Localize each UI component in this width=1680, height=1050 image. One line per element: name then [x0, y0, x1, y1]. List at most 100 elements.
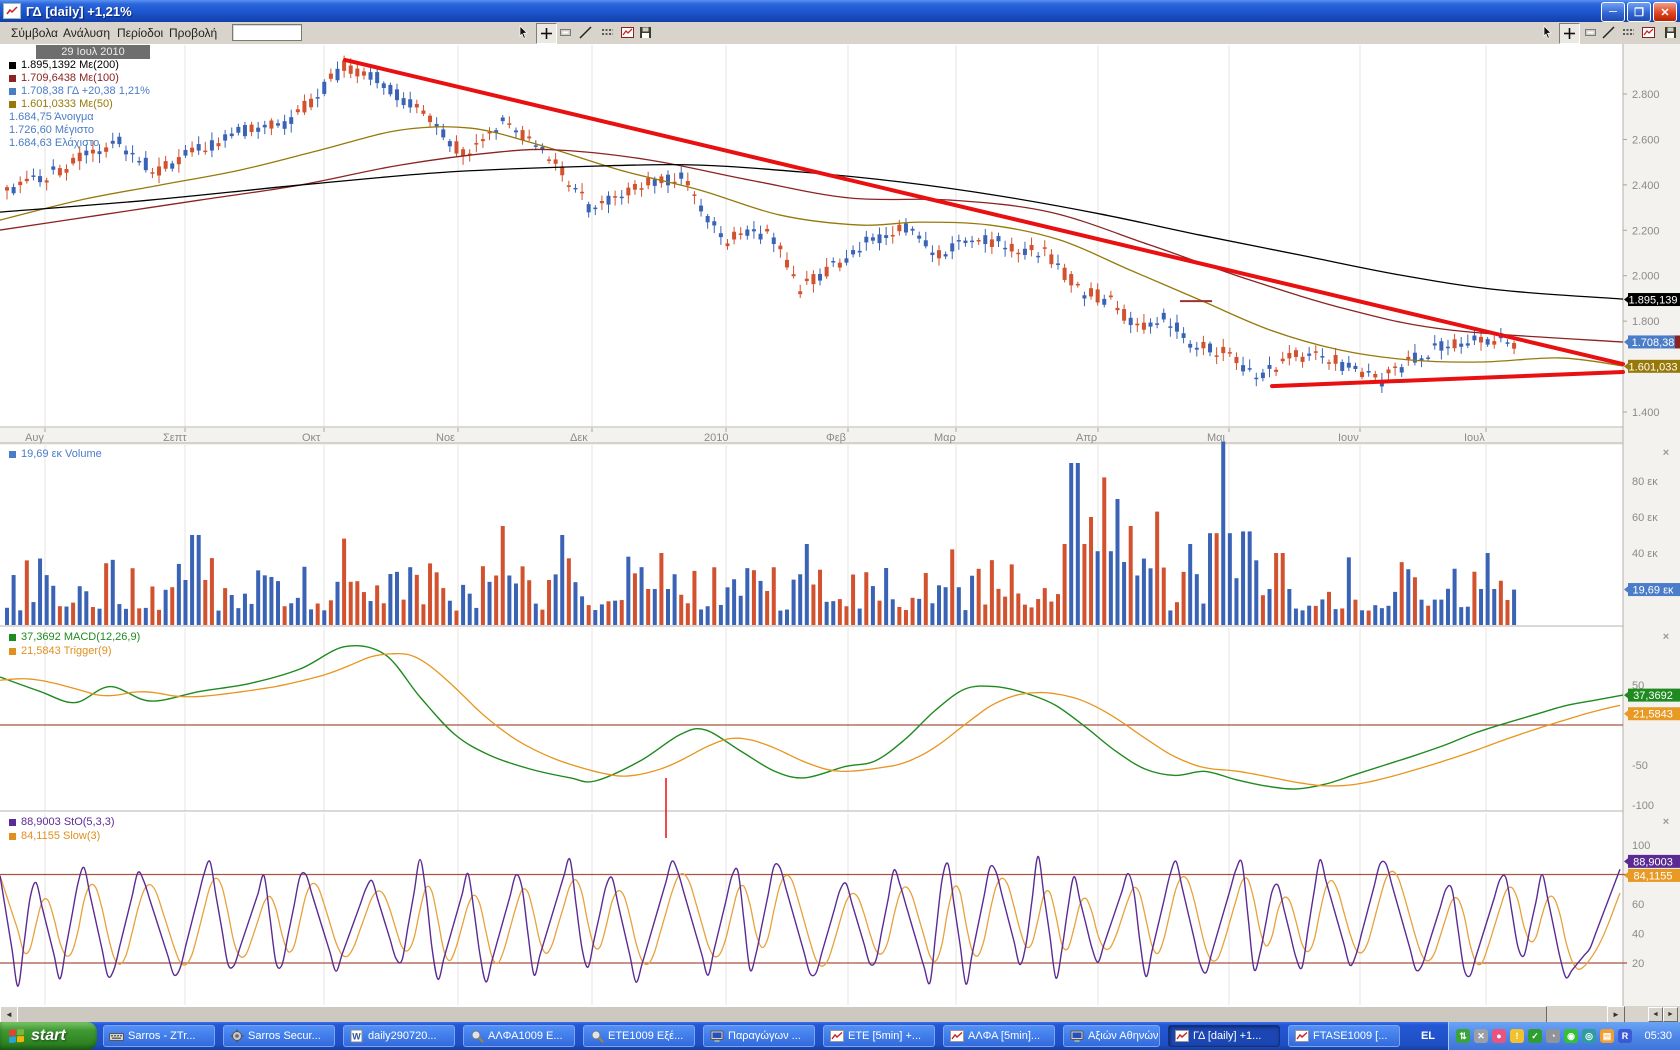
save-tool-icon[interactable]: [1661, 23, 1680, 42]
magnifier-icon: [469, 1029, 484, 1043]
start-button[interactable]: start: [0, 1022, 97, 1050]
panel-close-icon[interactable]: ×: [1660, 447, 1672, 459]
line-style-tool-icon[interactable]: [598, 23, 617, 42]
value-tag: 88,9003: [1633, 856, 1673, 868]
keyboard-icon: [109, 1029, 124, 1043]
volume-axis-label: 60 εκ: [1632, 512, 1658, 524]
chart-canvas[interactable]: ΑυγΣεπτΟκτΝοεΔεκ2010ΦεβΜαρΑπρΜαιΙουνΙουλ…: [0, 44, 1680, 1006]
x-axis-label: Αυγ: [25, 432, 44, 444]
system-tray: ⇅ ✕ ●! ✓ ◔ ◉ ◎ ▤ R 05:30: [1448, 1022, 1680, 1050]
region-select-tool-icon[interactable]: [556, 23, 575, 42]
x-axis-label: Νοε: [436, 432, 455, 444]
taskbar-button-label: ΕΤΕ1009 Εξέ...: [608, 1030, 683, 1042]
value-tag: 1.708,38: [1632, 337, 1675, 349]
region-select-tool-icon[interactable]: [1581, 23, 1600, 42]
line-style-tool-icon[interactable]: [1619, 23, 1638, 42]
taskbar-button-label: ΓΔ [daily] +1...: [1193, 1030, 1261, 1042]
crosshair-tool-icon[interactable]: [1559, 23, 1580, 44]
scroll-right-button[interactable]: ►: [1607, 1006, 1625, 1023]
taskbar-button-10[interactable]: FTASE1009 [...: [1288, 1025, 1400, 1047]
taskbar-button-2[interactable]: Wdaily290720...: [343, 1025, 455, 1047]
minimize-button[interactable]: ─: [1601, 2, 1625, 22]
window-title: ΓΔ [daily] +1,21%: [26, 4, 132, 19]
x-axis-label: Φεβ: [826, 432, 846, 444]
messenger-icon[interactable]: ●: [1492, 1029, 1506, 1043]
crosshair-tool-icon[interactable]: [536, 23, 557, 44]
taskbar-button-8[interactable]: Αξιών Αθηνών: [1063, 1025, 1160, 1047]
chart-icon: [829, 1029, 844, 1043]
shift-left-button[interactable]: ◄: [1648, 1007, 1663, 1022]
panel-close-icon[interactable]: ×: [1660, 631, 1672, 643]
value-tag: 21,5843: [1633, 709, 1673, 721]
taskbar-button-5[interactable]: Παραγώγων ...: [703, 1025, 815, 1047]
taskbar-button-7[interactable]: ΑΛΦΑ [5min]...: [943, 1025, 1055, 1047]
magnifier-icon: [589, 1029, 604, 1043]
menu-item-1[interactable]: Ανάλυση: [56, 22, 117, 44]
gear-icon: [229, 1029, 244, 1043]
taskbar-button-0[interactable]: Sarros - ZTr...: [103, 1025, 215, 1047]
taskbar: start Sarros - ZTr... Sarros Secur... Wdai…: [0, 1022, 1680, 1050]
pointer-tool-icon[interactable]: [1538, 23, 1557, 42]
taskbar-button-3[interactable]: ΑΛΦΑ1009 Ε...: [463, 1025, 575, 1047]
trendline-tool-icon[interactable]: [1599, 23, 1618, 42]
stoch-axis-label: 40: [1632, 929, 1644, 941]
x-axis-label: Απρ: [1076, 432, 1097, 444]
sync-icon[interactable]: ⇅: [1456, 1029, 1470, 1043]
taskbar-button-label: FTASE1009 [...: [1313, 1030, 1387, 1042]
application-window: ΓΔ [daily] +1,21% ─ ❐ ✕ ΣύμβολαΑνάλυσηΠε…: [0, 0, 1680, 1050]
taskbar-button-label: ΕΤΕ [5min] +...: [848, 1030, 921, 1042]
price-axis-label: 1.800: [1632, 316, 1660, 328]
x-axis-label: 2010: [704, 432, 728, 444]
price-axis-label: 2.600: [1632, 134, 1660, 146]
pointer-tool-icon[interactable]: [514, 23, 533, 42]
offline-icon[interactable]: ✕: [1474, 1029, 1488, 1043]
taskbar-button-label: Αξιών Αθηνών: [1088, 1030, 1158, 1042]
remote-app-icon[interactable]: R: [1618, 1029, 1632, 1043]
word-icon: W: [349, 1029, 364, 1043]
x-axis-label: Ιουλ: [1464, 432, 1485, 444]
scheduler-icon[interactable]: ◔: [1546, 1029, 1560, 1043]
taskbar-button-6[interactable]: ΕΤΕ [5min] +...: [823, 1025, 935, 1047]
windows-logo-icon: [8, 1027, 26, 1045]
symbol-input[interactable]: [232, 24, 302, 41]
stoch-axis-label: 60: [1632, 899, 1644, 911]
close-button[interactable]: ✕: [1653, 2, 1677, 22]
volume-axis-label: 80 εκ: [1632, 476, 1658, 488]
chart-window-tool-icon[interactable]: [1639, 23, 1658, 42]
monitor-icon: [1069, 1029, 1084, 1043]
chart-icon: [1294, 1029, 1309, 1043]
panel-close-icon[interactable]: ×: [1660, 816, 1672, 828]
horizontal-scrollbar[interactable]: ◄ ► ◄ ►: [0, 1006, 1680, 1022]
shift-right-button[interactable]: ►: [1663, 1007, 1678, 1022]
scrollbar-thumb[interactable]: [17, 1006, 1547, 1023]
menu-item-3[interactable]: Προβολή: [162, 22, 224, 44]
chart-window-tool-icon[interactable]: [618, 23, 637, 42]
alert-shield-icon[interactable]: !: [1510, 1029, 1524, 1043]
language-indicator[interactable]: EL: [1412, 1026, 1444, 1046]
menu-bar: ΣύμβολαΑνάλυσηΠερίοδοιΠροβολή: [0, 22, 1680, 45]
update-check-icon[interactable]: ✓: [1528, 1029, 1542, 1043]
monitor-icon: [709, 1029, 724, 1043]
volume-axis-label: 40 εκ: [1632, 548, 1658, 560]
price-axis-label: 1.400: [1632, 407, 1660, 419]
mail-doc-icon[interactable]: ▤: [1600, 1029, 1614, 1043]
taskbar-button-4[interactable]: ΕΤΕ1009 Εξέ...: [583, 1025, 695, 1047]
scroll-left-button[interactable]: ◄: [0, 1006, 18, 1023]
trendline-tool-icon[interactable]: [576, 23, 595, 42]
x-axis-label: Μαρ: [934, 432, 956, 444]
svg-text:W: W: [352, 1032, 361, 1042]
macd-axis-label: -100: [1632, 800, 1654, 812]
save-tool-icon[interactable]: [636, 23, 655, 42]
taskbar-clock: 05:30: [1644, 1030, 1672, 1042]
value-tag: 19,69 εκ: [1633, 585, 1674, 597]
x-axis-label: Σεπτ: [163, 432, 187, 444]
antivirus-icon[interactable]: ◉: [1564, 1029, 1578, 1043]
taskbar-button-label: Sarros - ZTr...: [128, 1030, 195, 1042]
chart-area[interactable]: ΑυγΣεπτΟκτΝοεΔεκ2010ΦεβΜαρΑπρΜαιΙουνΙουλ…: [0, 44, 1680, 1006]
monitor-eye-icon[interactable]: ◎: [1582, 1029, 1596, 1043]
value-tag: 1.895,139: [1629, 295, 1678, 307]
taskbar-button-9[interactable]: ΓΔ [daily] +1...: [1168, 1025, 1280, 1047]
taskbar-button-1[interactable]: Sarros Secur...: [223, 1025, 335, 1047]
app-chart-icon: [3, 3, 21, 19]
restore-button[interactable]: ❐: [1627, 2, 1651, 22]
